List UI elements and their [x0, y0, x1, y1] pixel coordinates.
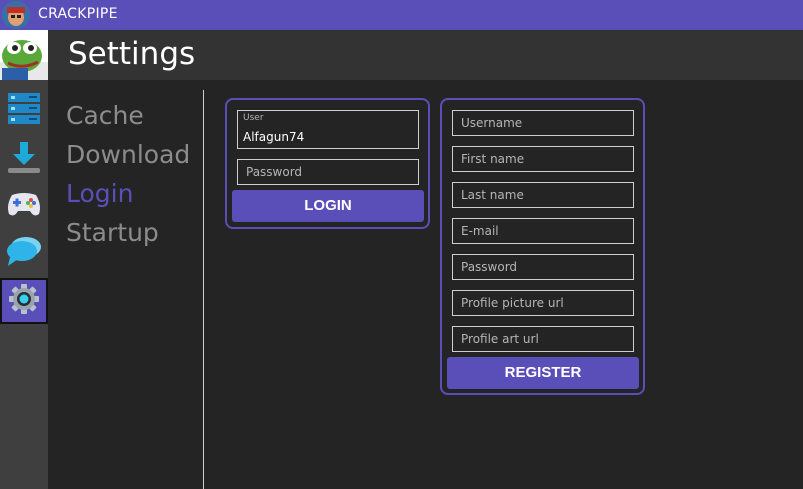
register-button[interactable]: REGISTER: [447, 357, 639, 389]
download-icon: [7, 140, 41, 178]
profile-picture-url-field[interactable]: Profile picture url: [452, 290, 634, 316]
library-icon: [7, 91, 41, 131]
rail-library-button[interactable]: [0, 88, 48, 134]
sidebar-rail: [0, 30, 48, 489]
register-password-placeholder: Password: [461, 260, 518, 274]
rail-settings-button[interactable]: [0, 278, 48, 324]
register-password-field[interactable]: Password: [452, 254, 634, 280]
user-field-label: User: [243, 113, 264, 123]
profile-picture-url-placeholder: Profile picture url: [461, 296, 564, 310]
avatar[interactable]: [0, 30, 48, 80]
rail-download-button[interactable]: [0, 136, 48, 182]
settings-nav: Cache Download Login Startup: [66, 96, 190, 252]
page-header: Settings: [48, 30, 803, 80]
rail-chat-button[interactable]: [0, 230, 48, 276]
gamepad-icon: [6, 189, 42, 223]
username-placeholder: Username: [461, 116, 523, 130]
profile-art-url-placeholder: Profile art url: [461, 332, 539, 346]
app-logo-icon: [2, 1, 30, 29]
nav-item-login[interactable]: Login: [66, 174, 190, 213]
page-title: Settings: [68, 36, 196, 72]
title-bar: CRACKPIPE: [0, 0, 803, 30]
rail-games-button[interactable]: [0, 183, 48, 229]
first-name-field[interactable]: First name: [452, 146, 634, 172]
register-card: Username First name Last name E-mail Pas…: [440, 98, 645, 395]
last-name-field[interactable]: Last name: [452, 182, 634, 208]
nav-item-startup[interactable]: Startup: [66, 213, 190, 252]
username-field[interactable]: Username: [452, 110, 634, 136]
last-name-placeholder: Last name: [461, 188, 524, 202]
first-name-placeholder: First name: [461, 152, 525, 166]
email-field[interactable]: E-mail: [452, 218, 634, 244]
user-field-value: Alfagun74: [243, 130, 305, 144]
login-password-placeholder: Password: [246, 165, 303, 179]
nav-item-download[interactable]: Download: [66, 135, 190, 174]
login-card: User Alfagun74 Password LOGIN: [225, 98, 430, 229]
chat-icon: [6, 235, 42, 271]
login-password-field[interactable]: Password: [237, 159, 419, 185]
user-field[interactable]: User Alfagun74: [237, 110, 419, 149]
email-placeholder: E-mail: [461, 224, 499, 238]
login-button[interactable]: LOGIN: [232, 190, 424, 222]
profile-art-url-field[interactable]: Profile art url: [452, 326, 634, 352]
vertical-divider: [203, 90, 204, 489]
nav-item-cache[interactable]: Cache: [66, 96, 190, 135]
app-title: CRACKPIPE: [38, 6, 118, 22]
gear-icon: [8, 283, 40, 319]
